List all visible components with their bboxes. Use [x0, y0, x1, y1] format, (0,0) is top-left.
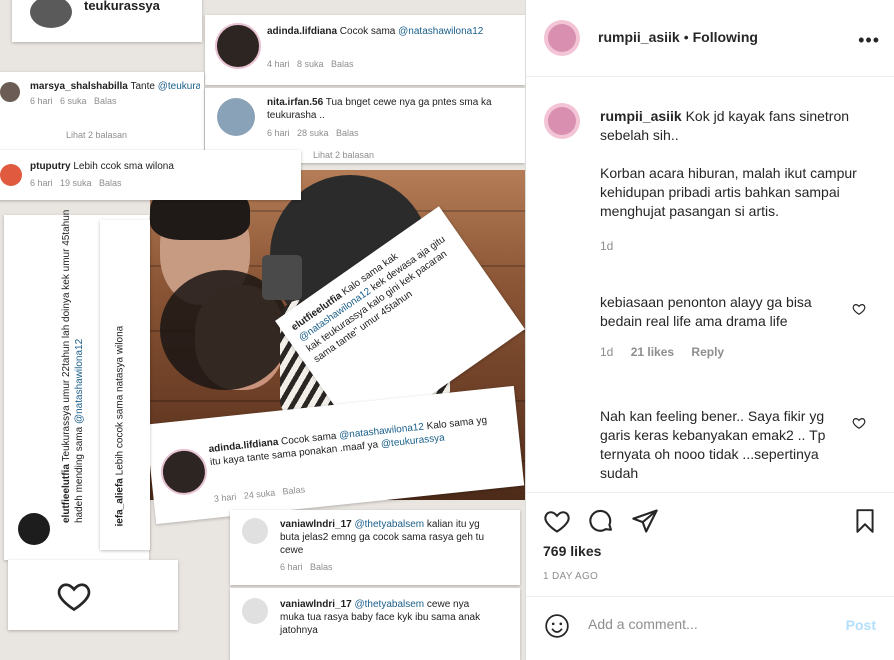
reply-button[interactable]: Reply [691, 345, 724, 359]
heart-icon [57, 583, 91, 612]
comment-input[interactable] [586, 615, 830, 633]
avatar [0, 82, 20, 102]
post-button[interactable]: Post [846, 617, 876, 633]
comment-1: kebiasaan penonton alayy ga bisa bedain … [600, 293, 850, 362]
likes-count[interactable]: 769 likes [543, 543, 601, 559]
comment-username: teukurassya [84, 0, 160, 13]
heart-icon[interactable] [543, 507, 571, 535]
comment-username: ptuputry [30, 161, 71, 172]
post-image[interactable]: teukurassya adinda.lifdiana Cocok sama @… [0, 0, 525, 660]
comment-text: Lebih cocok sama natasya wilona [114, 325, 126, 476]
comment-meta: 6 hari 28 suka Balas [267, 128, 359, 138]
comment-meta: 4 hari 8 suka Balas [267, 59, 354, 69]
caption-text-2: Korban acara hiburan, malah ikut campur … [600, 165, 857, 219]
comment-meta: 6 hari Balas [280, 562, 333, 572]
comment-username: nita.irfan.56 [267, 97, 324, 108]
comment-username: vaniawlndri_17 [280, 599, 352, 610]
comment-username: vaniawlndri_17 [280, 519, 352, 530]
emoji-icon[interactable] [544, 613, 570, 639]
comment-card-top: teukurassya [12, 0, 202, 42]
comment-card-vania-1: vaniawlndri_17 @thetyabalsem kalian itu … [230, 510, 520, 585]
comment-icon[interactable] [587, 507, 615, 535]
comment-text: kebiasaan penonton alayy ga bisa bedain … [600, 294, 812, 329]
comment-username: elutfieelutfia [61, 464, 72, 523]
avatar [0, 164, 22, 186]
caption-age: 1d [600, 239, 614, 253]
comment-username: adinda.lifdiana [267, 26, 338, 37]
comment-username: marsya_shalshabilla [30, 81, 128, 92]
avatar [158, 446, 210, 498]
avatar [18, 513, 50, 545]
following-button[interactable]: Following [693, 29, 758, 45]
comment-card-vania-2: vaniawlndri_17 @thetyabalsem cewe nya mu… [230, 588, 520, 660]
comment-mention: @natashawilona12 [398, 26, 484, 37]
view-replies[interactable]: Lihat 2 balasan [66, 130, 127, 140]
post-sidebar: rumpii_asiik • Following ••• rumpii_asiik … [525, 0, 894, 660]
comment-mention: @teukurass [157, 81, 200, 92]
avatar [242, 598, 268, 624]
comment-card-rotated-2: iefa_aliefa Lebih cocok sama natasya wil… [100, 220, 150, 550]
comment-meta: 6 hari 6 suka Balas [30, 96, 117, 106]
add-comment-bar: Post [526, 596, 894, 657]
comment-text: Lebih ccok sma wilona [73, 161, 174, 172]
avatar [242, 518, 268, 544]
post-date: 1 DAY AGO [543, 571, 599, 582]
caption: rumpii_asiik Kok jd kayak fans sinetron … [600, 107, 876, 256]
avatar[interactable] [544, 103, 580, 139]
comment-mention: @natashawilona12 [74, 338, 85, 425]
bookmark-icon[interactable] [852, 507, 878, 535]
more-options-icon[interactable]: ••• [858, 30, 880, 51]
comment-meta: 3 hari 24 suka Balas [213, 484, 306, 504]
comment-age: 1d [600, 345, 614, 359]
post-header: rumpii_asiik • Following ••• [526, 0, 894, 77]
comment-mention: @thetyabalsem [354, 519, 425, 530]
avatar [217, 98, 255, 136]
comment-text: Tante [130, 81, 155, 92]
like-comment-icon[interactable] [852, 302, 866, 316]
share-icon[interactable] [631, 507, 659, 535]
comment-text: Cocok sama [339, 26, 396, 37]
comment-mention: @thetyabalsem [354, 599, 425, 610]
heart-card [8, 560, 178, 630]
caption-username[interactable]: rumpii_asiik [600, 108, 682, 124]
avatar [215, 23, 261, 69]
comment-card-ptuputry: ptuputry Lebih ccok sma wilona 6 hari 19… [0, 150, 301, 200]
comment-2: Nah kan feeling bener.. Saya fikir yg ga… [600, 407, 850, 483]
like-comment-icon[interactable] [852, 416, 866, 430]
post-actions: 769 likes 1 DAY AGO [526, 492, 894, 597]
phone [262, 255, 302, 300]
header-username[interactable]: rumpii_asiik [598, 29, 680, 45]
comment-likes[interactable]: 21 likes [631, 345, 674, 359]
comment-meta: 1d 21 likes Reply [600, 343, 850, 362]
avatar[interactable] [544, 20, 580, 56]
view-replies[interactable]: Lihat 2 balasan [313, 150, 374, 160]
comments-scroll[interactable]: rumpii_asiik Kok jd kayak fans sinetron … [526, 77, 894, 492]
comment-username: iefa_aliefa [114, 478, 126, 527]
comment-card-adinda: adinda.lifdiana Cocok sama @natashawilon… [205, 15, 525, 85]
comment-text: Nah kan feeling bener.. Saya fikir yg ga… [600, 408, 826, 481]
comment-meta: 6 hari 19 suka Balas [30, 178, 122, 188]
comment-card-marsya: marsya_shalshabilla Tante @teukurass 6 h… [0, 72, 204, 152]
